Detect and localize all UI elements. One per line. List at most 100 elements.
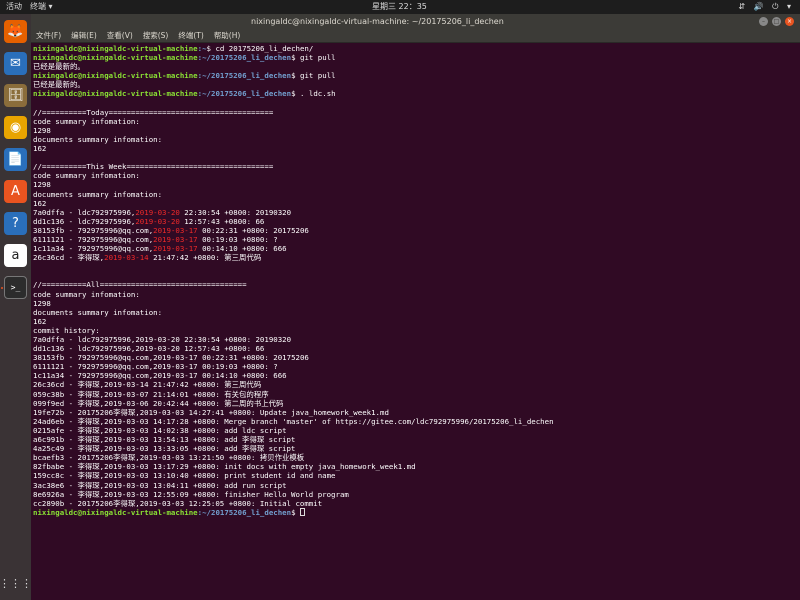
amazon-icon[interactable]: a (4, 244, 27, 267)
menu-item[interactable]: 终端(T) (178, 31, 203, 40)
terminal-line: 162 (33, 199, 796, 208)
commit-prefix: dd1c136 - ldc792975996, (33, 216, 136, 226)
terminal-line: code summary infomation: (33, 290, 796, 299)
output-text: 26c36cd - 李得琛,2019-03-14 21:47:42 +0800:… (33, 380, 262, 390)
output-text: cc2890b - 20175206李得琛,2019-03-03 12:25:0… (33, 498, 323, 508)
output-text: 7a0dffa - ldc792975996,2019-03-20 22:30:… (33, 335, 292, 344)
output-text: 6111121 - 792975996@qq.com,2019-03-17 00… (33, 362, 278, 372)
terminal-line: 26c36cd - 李得琛,2019-03-14 21:47:42 +0800:… (33, 380, 796, 389)
command-text: $ (291, 507, 300, 517)
output-text: 8e6926a - 李得琛,2019-03-03 12:55:09 +0800:… (33, 489, 349, 499)
terminal-line: 162 (33, 317, 796, 326)
rhythmbox-icon[interactable]: ◉ (4, 116, 27, 139)
terminal-line: a6c991b - 李得琛,2019-03-03 13:54:13 +0800:… (33, 435, 796, 444)
terminal-line: documents summary infomation: (33, 190, 796, 199)
terminal-line: dd1c136 - ldc792975996,2019-03-20 12:57:… (33, 217, 796, 226)
output-text: 059c38b - 李得琛,2019-03-07 21:14:01 +0800:… (33, 389, 269, 399)
menu-item[interactable]: 查看(V) (107, 31, 133, 40)
commit-prefix: 7a0dffa - ldc792975996, (33, 207, 136, 217)
output-text: 82fbabe - 李得琛,2019-03-03 13:17:29 +0800:… (33, 462, 416, 472)
terminal-line: 4a25c49 - 李得琛,2019-03-03 13:33:05 +0800:… (33, 444, 796, 453)
terminal-line: commit history: (33, 326, 796, 335)
output-text: 1298 (33, 180, 51, 190)
prompt-path: :~/20175206_li_dechen (197, 71, 292, 81)
output-text: 38153fb - 792975996@qq.com,2019-03-17 00… (33, 353, 309, 363)
output-text: a6c991b - 李得琛,2019-03-03 13:54:13 +0800:… (33, 435, 296, 445)
software-icon[interactable]: A (4, 180, 27, 203)
prompt-user: nixingaldc@nixingaldc-virtual-machine (33, 53, 198, 63)
output-text: 已经是最新的。 (33, 62, 85, 72)
commit-date: 2019-03-17 (153, 234, 198, 244)
terminal-line: dd1c136 - ldc792975996,2019-03-20 12:57:… (33, 344, 796, 353)
menu-item[interactable]: 帮助(H) (214, 31, 241, 40)
commit-suffix: 00:22:31 +0800: 20175206 (197, 225, 309, 235)
terminal-line: 1298 (33, 126, 796, 135)
prompt-user: nixingaldc@nixingaldc-virtual-machine (33, 44, 198, 53)
terminal-line: //==========All=========================… (33, 280, 796, 289)
terminal-line: 24ad6eb - 李得琛,2019-03-03 14:17:28 +0800:… (33, 417, 796, 426)
output-text: documents summary infomation: (33, 189, 163, 199)
writer-icon[interactable]: 📄 (4, 148, 27, 171)
output-text: //==========All=========================… (33, 280, 247, 290)
activities-button[interactable]: 活动 (6, 0, 22, 14)
close-icon[interactable]: × (785, 17, 794, 26)
commit-prefix: 1c11a34 - 792975996@qq.com, (33, 244, 154, 254)
terminal-window: nixingaldc@nixingaldc-virtual-machine: ~… (31, 14, 800, 600)
output-text: 162 (33, 144, 47, 154)
window-title: nixingaldc@nixingaldc-virtual-machine: ~… (251, 17, 504, 26)
terminal-line: nixingaldc@nixingaldc-virtual-machine:~/… (33, 71, 796, 80)
output-text: 159cc8c - 李得琛,2019-03-03 13:10:40 +0800:… (33, 471, 336, 481)
terminal-icon[interactable]: >_ (4, 276, 27, 299)
terminal-line: 38153fb - 792975996@qq.com,2019-03-17 00… (33, 353, 796, 362)
terminal-line: cc2890b - 20175206李得琛,2019-03-03 12:25:0… (33, 499, 796, 508)
menu-item[interactable]: 文件(F) (36, 31, 61, 40)
commit-suffix: 21:47:42 +0800: 第三周代码 (148, 253, 262, 263)
terminal-line: 已经是最新的。 (33, 62, 796, 71)
files-icon[interactable]: 🗄 (4, 84, 27, 107)
firefox-icon[interactable]: 🦊 (4, 20, 27, 43)
terminal-line: 8e6926a - 李得琛,2019-03-03 12:55:09 +0800:… (33, 490, 796, 499)
running-indicator (1, 287, 3, 289)
app-menu[interactable]: 终端 ▾ (30, 0, 53, 14)
output-text: 1298 (33, 125, 51, 135)
maximize-icon[interactable]: □ (772, 17, 781, 26)
clock[interactable]: 星期三 22：35 (372, 0, 427, 14)
terminal-output[interactable]: nixingaldc@nixingaldc-virtual-machine:~$… (33, 44, 796, 600)
system-tray[interactable]: ⇵ 🔊 ⏻ ▾ (738, 0, 794, 14)
output-text: code summary infomation: (33, 116, 140, 126)
commit-date: 2019-03-17 (153, 244, 198, 254)
output-text: code summary infomation: (33, 171, 140, 181)
terminal-line: documents summary infomation: (33, 308, 796, 317)
commit-suffix: 22:30:54 +0800: 20190320 (179, 207, 292, 217)
terminal-line: 159cc8c - 李得琛,2019-03-03 13:10:40 +0800:… (33, 471, 796, 480)
output-text: 已经是最新的。 (33, 80, 85, 90)
output-text: 162 (33, 198, 47, 208)
terminal-line: 19fe72b - 20175206李得琛,2019-03-03 14:27:4… (33, 408, 796, 417)
output-text: commit history: (33, 325, 100, 335)
output-text: 099f9ed - 李得琛,2019-03-06 20:42:44 +0800:… (33, 398, 284, 408)
terminal-line: 3ac38e6 - 李得琛,2019-03-03 13:04:11 +0800:… (33, 481, 796, 490)
terminal-line: 82fbabe - 李得琛,2019-03-03 13:17:29 +0800:… (33, 462, 796, 471)
prompt-path: :~/20175206_li_dechen (197, 507, 292, 517)
window-titlebar[interactable]: nixingaldc@nixingaldc-virtual-machine: ~… (31, 14, 800, 29)
thunderbird-icon[interactable]: ✉ (4, 52, 27, 75)
menu-item[interactable]: 编辑(E) (71, 31, 97, 40)
output-text: //==========This Week===================… (33, 162, 274, 172)
terminal-line: nixingaldc@nixingaldc-virtual-machine:~$… (33, 44, 796, 53)
output-text: 3ac38e6 - 李得琛,2019-03-03 13:04:11 +0800:… (33, 480, 287, 490)
text-cursor (300, 507, 305, 516)
terminal-line: 7a0dffa - ldc792975996,2019-03-20 22:30:… (33, 208, 796, 217)
command-text: $ cd 20175206_li_dechen/ (206, 44, 314, 53)
terminal-line: 1298 (33, 180, 796, 189)
help-icon[interactable]: ? (4, 212, 27, 235)
command-text: $ git pull (291, 71, 336, 81)
menu-item[interactable]: 搜索(S) (143, 31, 169, 40)
terminal-line: 059c38b - 李得琛,2019-03-07 21:14:01 +0800:… (33, 390, 796, 399)
minimize-icon[interactable]: – (759, 17, 768, 26)
show-applications-icon[interactable]: ⋮⋮⋮ (0, 572, 32, 595)
terminal-line: 7a0dffa - ldc792975996,2019-03-20 22:30:… (33, 335, 796, 344)
commit-date: 2019-03-20 (135, 207, 180, 217)
commit-suffix: 00:19:03 +0800: ? (197, 234, 278, 244)
